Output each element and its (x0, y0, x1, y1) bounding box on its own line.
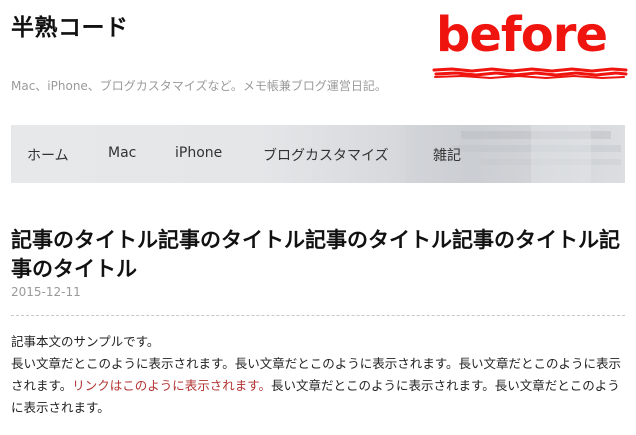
site-title[interactable]: 半熟コード (11, 8, 129, 42)
before-annotation-underline (432, 67, 628, 80)
post-body: 記事本文のサンプルです。 長い文章だとこのように表示されます。長い文章だとこのよ… (11, 331, 625, 419)
body-paragraph: 長い文章だとこのように表示されます。長い文章だとこのように表示されます。長い文章… (11, 353, 625, 419)
site-tagline: Mac、iPhone、ブログカスタマイズなど。メモ帳兼ブログ運営日記。 (11, 79, 387, 93)
nav-item-iphone[interactable]: iPhone (175, 145, 222, 161)
body-line-intro: 記事本文のサンプルです。 (11, 334, 160, 349)
sample-link[interactable]: リンクはこのように表示されます。 (72, 378, 271, 393)
nav-item-misc[interactable]: 雑記 (433, 145, 461, 165)
nav-item-blog-customize[interactable]: ブログカスタマイズ (263, 145, 389, 165)
global-nav: ホーム Mac iPhone ブログカスタマイズ 雑記 (11, 125, 625, 183)
nav-item-home[interactable]: ホーム (27, 145, 69, 165)
post-date: 2015-12-11 (11, 285, 81, 299)
content-divider (11, 315, 625, 316)
nav-item-mac[interactable]: Mac (108, 145, 136, 161)
post-title[interactable]: 記事のタイトル記事のタイトル記事のタイトル記事のタイトル記事のタイトル (11, 226, 621, 284)
before-annotation-label: before (436, 7, 608, 63)
blog-page: 半熟コード before Mac、iPhone、ブログカスタマイズなど。メモ帳兼… (0, 0, 636, 435)
